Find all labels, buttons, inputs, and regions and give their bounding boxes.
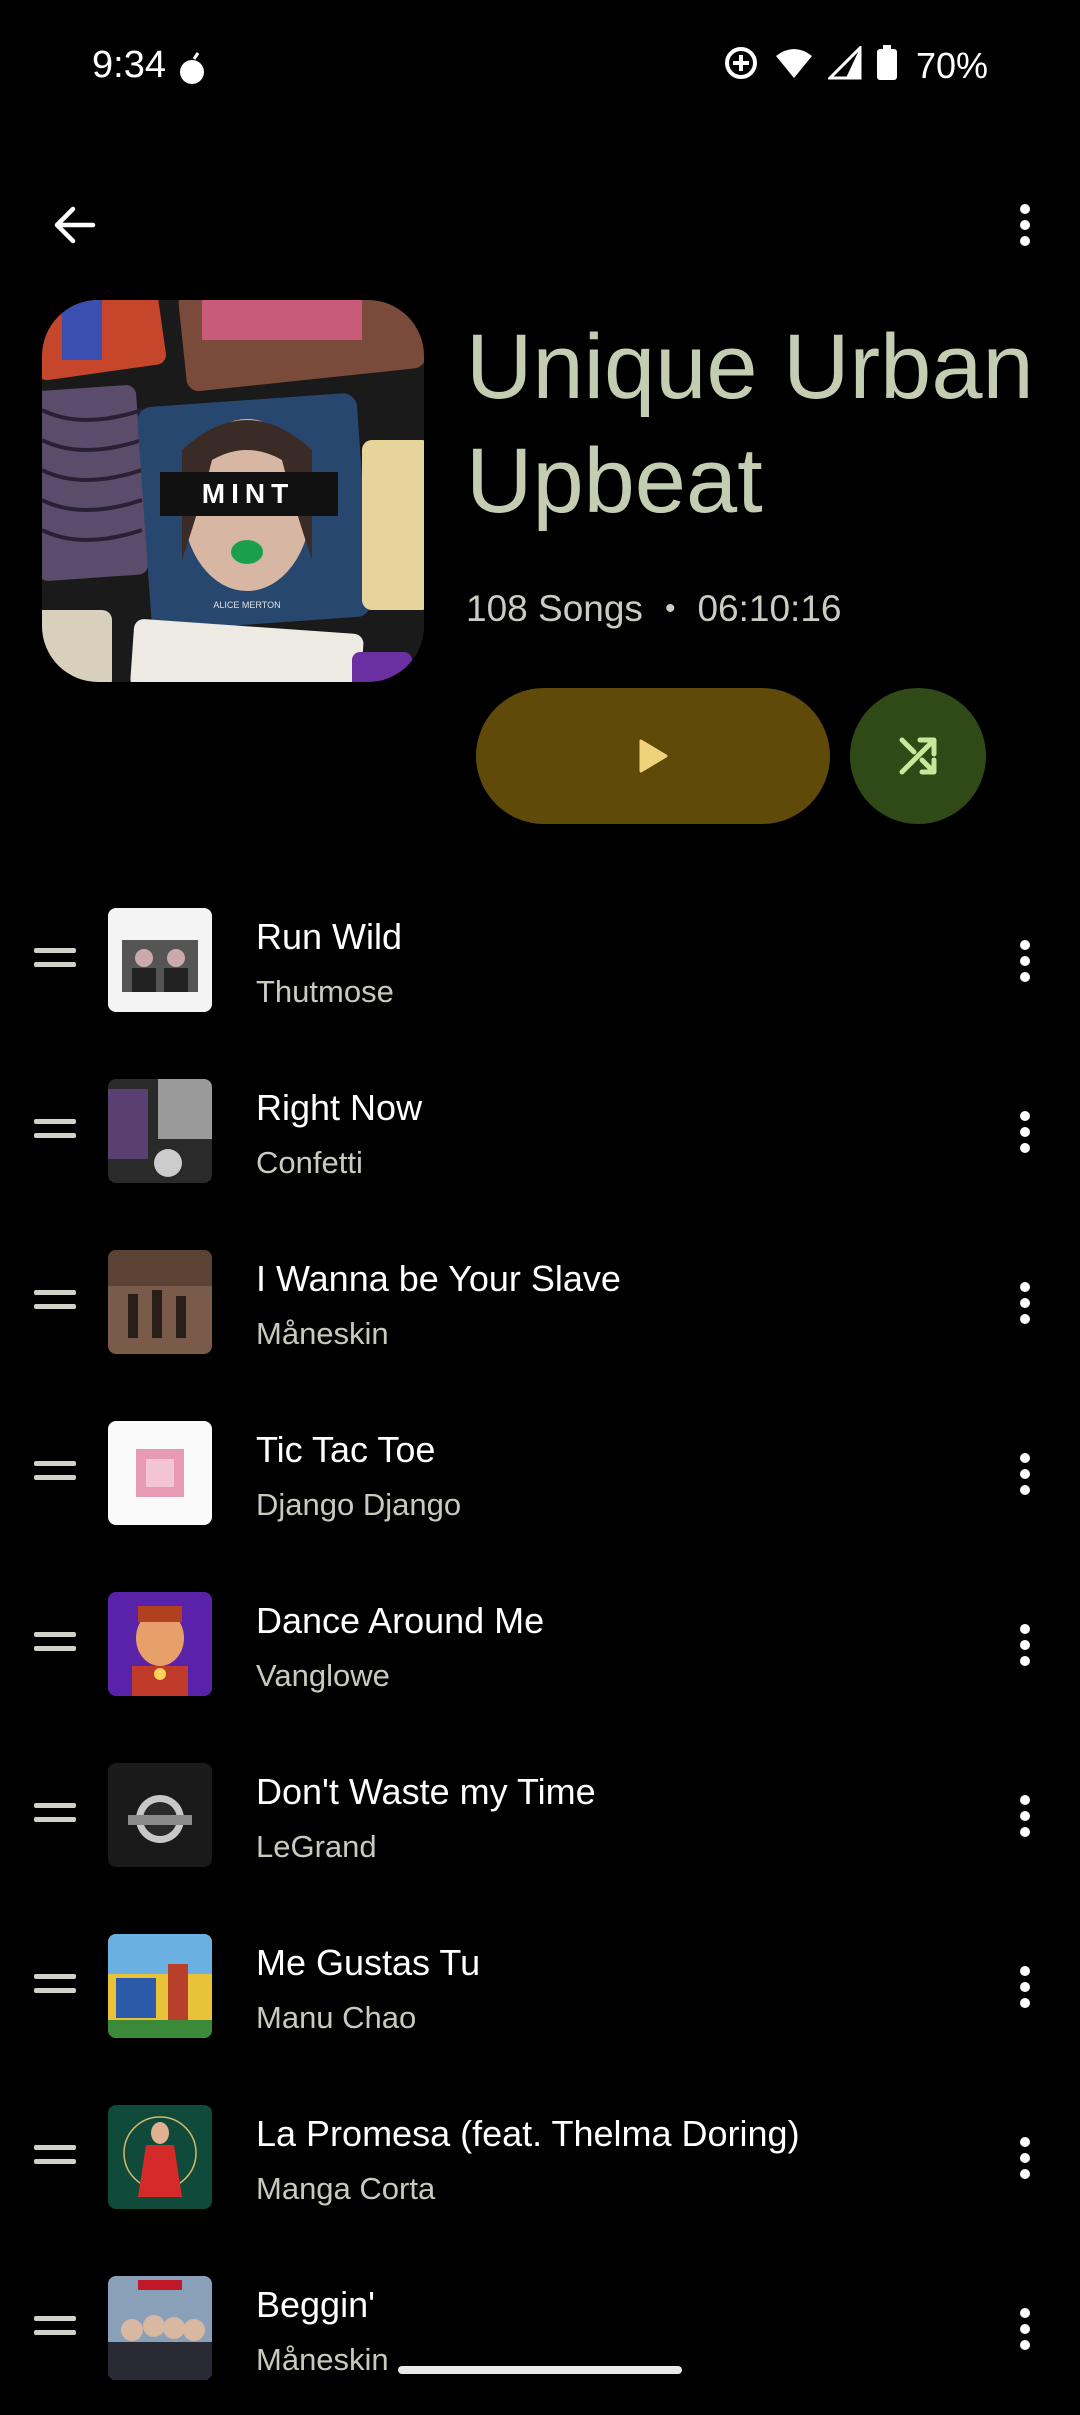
song-more-button[interactable] bbox=[990, 1097, 1060, 1167]
battery-percent: 70% bbox=[915, 44, 988, 86]
status-bar: 9:34 70% bbox=[0, 0, 1080, 130]
album-art bbox=[108, 2105, 212, 2209]
song-title: La Promesa (feat. Thelma Doring) bbox=[256, 2113, 800, 2154]
more-vert-icon bbox=[1020, 1966, 1030, 2008]
song-row[interactable]: Beggin' Måneskin bbox=[0, 2244, 1080, 2415]
song-artist: Django Django bbox=[256, 1487, 462, 1522]
song-more-button[interactable] bbox=[990, 1781, 1060, 1851]
song-row[interactable]: I Wanna be Your Slave Måneskin bbox=[0, 1218, 1080, 1389]
drag-handle-icon[interactable] bbox=[34, 2145, 76, 2171]
song-more-button[interactable] bbox=[990, 1610, 1060, 1680]
gesture-nav-bar[interactable] bbox=[398, 2366, 682, 2374]
shuffle-icon bbox=[899, 737, 937, 775]
drag-handle-icon[interactable] bbox=[34, 1632, 76, 1658]
more-vert-icon bbox=[1020, 1624, 1030, 1666]
song-more-button[interactable] bbox=[990, 1952, 1060, 2022]
song-artist: Manga Corta bbox=[256, 2171, 436, 2206]
arrow-back-icon bbox=[54, 206, 96, 244]
album-art bbox=[108, 908, 212, 1012]
song-title: Tic Tac Toe bbox=[256, 1429, 436, 1470]
drag-handle-icon[interactable] bbox=[34, 1290, 76, 1316]
song-title: Dance Around Me bbox=[256, 1600, 545, 1641]
more-vert-icon bbox=[1020, 204, 1030, 246]
song-row[interactable]: Don't Waste my Time LeGrand bbox=[0, 1731, 1080, 1902]
cover-mint-text: MINT bbox=[202, 478, 294, 509]
playlist-duration: 06:10:16 bbox=[697, 588, 842, 629]
song-title: Me Gustas Tu bbox=[256, 1942, 481, 1983]
song-title: Right Now bbox=[256, 1087, 423, 1128]
album-art bbox=[108, 2276, 212, 2380]
more-vert-icon bbox=[1020, 940, 1030, 982]
playlist-meta: 108 Songs • 06:10:16 bbox=[466, 588, 841, 630]
drag-handle-icon[interactable] bbox=[34, 1119, 76, 1145]
drag-handle-icon[interactable] bbox=[34, 1461, 76, 1487]
more-options-button[interactable] bbox=[990, 190, 1060, 260]
song-title: I Wanna be Your Slave bbox=[256, 1258, 621, 1299]
status-indicators: 70% bbox=[722, 44, 988, 87]
album-art bbox=[108, 1592, 212, 1696]
song-row[interactable]: Right Now Confetti bbox=[0, 1047, 1080, 1218]
drag-handle-icon[interactable] bbox=[34, 2316, 76, 2342]
playlist-title: Unique Urban Upbeat bbox=[466, 316, 1034, 532]
song-row[interactable]: Run Wild Thutmose bbox=[0, 876, 1080, 1047]
more-vert-icon bbox=[1020, 1795, 1030, 1837]
wifi-icon bbox=[774, 46, 814, 85]
album-art bbox=[108, 1763, 212, 1867]
song-list: Run Wild Thutmose Right Now Confetti I W… bbox=[0, 876, 1080, 2415]
song-more-button[interactable] bbox=[990, 2294, 1060, 2364]
song-artist: Manu Chao bbox=[256, 2000, 417, 2035]
more-vert-icon bbox=[1020, 1453, 1030, 1495]
song-more-button[interactable] bbox=[990, 926, 1060, 996]
drag-handle-icon[interactable] bbox=[34, 948, 76, 974]
album-art bbox=[108, 1079, 212, 1183]
play-button[interactable] bbox=[476, 688, 830, 824]
album-art bbox=[108, 1250, 212, 1354]
meta-separator: • bbox=[664, 592, 676, 625]
song-artist: LeGrand bbox=[256, 1829, 377, 1864]
song-artist: Confetti bbox=[256, 1145, 363, 1180]
signal-icon bbox=[826, 44, 862, 85]
more-vert-icon bbox=[1020, 2308, 1030, 2350]
more-vert-icon bbox=[1020, 1111, 1030, 1153]
song-artist: Måneskin bbox=[256, 2342, 389, 2377]
song-title: Beggin' bbox=[256, 2284, 375, 2325]
song-more-button[interactable] bbox=[990, 1268, 1060, 1338]
song-row[interactable]: La Promesa (feat. Thelma Doring) Manga C… bbox=[0, 2073, 1080, 2244]
cover-artist-text: ALICE MERTON bbox=[213, 600, 280, 610]
song-artist: Thutmose bbox=[256, 974, 394, 1009]
drag-handle-icon[interactable] bbox=[34, 1803, 76, 1829]
back-button[interactable] bbox=[40, 190, 110, 260]
song-more-button[interactable] bbox=[990, 2123, 1060, 2193]
more-vert-icon bbox=[1020, 1282, 1030, 1324]
song-title: Run Wild bbox=[256, 916, 403, 957]
song-title: Don't Waste my Time bbox=[256, 1771, 596, 1812]
song-row[interactable]: Tic Tac Toe Django Django bbox=[0, 1389, 1080, 1560]
album-art bbox=[108, 1934, 212, 2038]
battery-icon bbox=[876, 45, 898, 86]
playlist-cover: MINT ALICE MERTON bbox=[42, 300, 424, 682]
song-row[interactable]: Me Gustas Tu Manu Chao bbox=[0, 1902, 1080, 2073]
data-saver-icon bbox=[722, 44, 760, 87]
more-vert-icon bbox=[1020, 2137, 1030, 2179]
shuffle-button[interactable] bbox=[850, 688, 986, 824]
song-artist: Vanglowe bbox=[256, 1658, 390, 1693]
album-art bbox=[108, 1421, 212, 1525]
status-time: 9:34 bbox=[92, 44, 166, 86]
song-artist: Måneskin bbox=[256, 1316, 389, 1351]
song-row[interactable]: Dance Around Me Vanglowe bbox=[0, 1560, 1080, 1731]
song-count: 108 Songs bbox=[466, 588, 643, 629]
play-icon bbox=[639, 739, 668, 773]
bomb-icon bbox=[178, 50, 208, 91]
song-more-button[interactable] bbox=[990, 1439, 1060, 1509]
top-app-bar bbox=[0, 180, 1080, 280]
drag-handle-icon[interactable] bbox=[34, 1974, 76, 2000]
